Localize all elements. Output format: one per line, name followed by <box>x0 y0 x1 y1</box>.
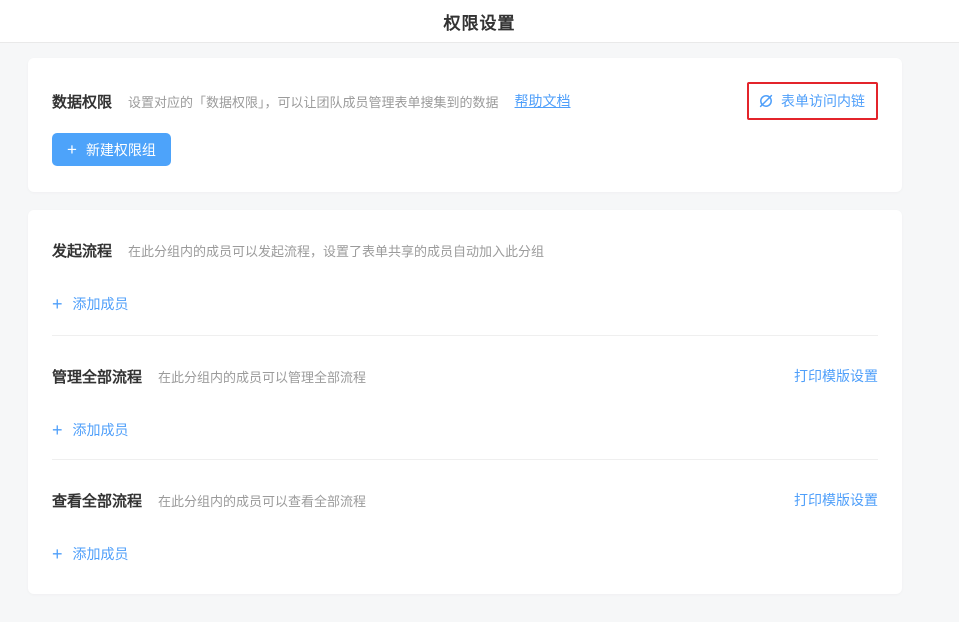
help-doc-link[interactable]: 帮助文档 <box>515 91 571 111</box>
form-access-link-button[interactable]: 表单访问内链 <box>747 82 878 120</box>
add-member-button[interactable]: + 添加成员 <box>52 294 129 314</box>
process-permissions-card: 发起流程 在此分组内的成员可以发起流程，设置了表单共享的成员自动加入此分组 + … <box>28 210 902 594</box>
page-title: 权限设置 <box>444 9 516 34</box>
plus-icon: + <box>67 141 77 158</box>
link-icon <box>758 93 774 109</box>
page-header: 权限设置 <box>0 0 959 43</box>
section-description: 在此分组内的成员可以发起流程，设置了表单共享的成员自动加入此分组 <box>128 241 544 260</box>
new-permission-group-button[interactable]: + 新建权限组 <box>52 133 171 166</box>
section-heading-row: 发起流程 在此分组内的成员可以发起流程，设置了表单共享的成员自动加入此分组 <box>52 232 878 268</box>
data-permission-card: 数据权限 设置对应的「数据权限」，可以让团队成员管理表单搜集到的数据 帮助文档 … <box>28 58 902 192</box>
section-manage-all-processes: 管理全部流程 在此分组内的成员可以管理全部流程 打印模版设置 + 添加成员 <box>28 336 902 459</box>
section-heading: 发起流程 <box>52 240 112 261</box>
new-permission-group-label: 新建权限组 <box>86 140 156 160</box>
print-template-settings-link[interactable]: 打印模版设置 <box>794 366 878 386</box>
section-description: 在此分组内的成员可以查看全部流程 <box>158 491 366 510</box>
section-heading-row: 查看全部流程 在此分组内的成员可以查看全部流程 打印模版设置 <box>52 482 878 518</box>
print-template-settings-link[interactable]: 打印模版设置 <box>794 490 878 510</box>
plus-icon: + <box>52 295 63 313</box>
section-heading: 管理全部流程 <box>52 366 142 387</box>
data-permission-heading: 数据权限 <box>52 91 112 112</box>
plus-icon: + <box>52 545 63 563</box>
section-view-all-processes: 查看全部流程 在此分组内的成员可以查看全部流程 打印模版设置 + 添加成员 <box>28 460 902 594</box>
section-heading-row: 管理全部流程 在此分组内的成员可以管理全部流程 打印模版设置 <box>52 358 878 394</box>
main-content: 数据权限 设置对应的「数据权限」，可以让团队成员管理表单搜集到的数据 帮助文档 … <box>0 43 959 594</box>
data-permission-heading-row: 数据权限 设置对应的「数据权限」，可以让团队成员管理表单搜集到的数据 帮助文档 … <box>52 82 878 120</box>
form-access-link-label: 表单访问内链 <box>781 91 865 111</box>
add-member-label: 添加成员 <box>73 420 129 440</box>
plus-icon: + <box>52 421 63 439</box>
add-member-button[interactable]: + 添加成员 <box>52 544 129 564</box>
section-description: 在此分组内的成员可以管理全部流程 <box>158 367 366 386</box>
add-member-button[interactable]: + 添加成员 <box>52 420 129 440</box>
add-member-label: 添加成员 <box>73 294 129 314</box>
section-start-process: 发起流程 在此分组内的成员可以发起流程，设置了表单共享的成员自动加入此分组 + … <box>28 210 902 335</box>
data-permission-description: 设置对应的「数据权限」，可以让团队成员管理表单搜集到的数据 <box>128 92 499 111</box>
add-member-label: 添加成员 <box>73 544 129 564</box>
section-heading: 查看全部流程 <box>52 490 142 511</box>
